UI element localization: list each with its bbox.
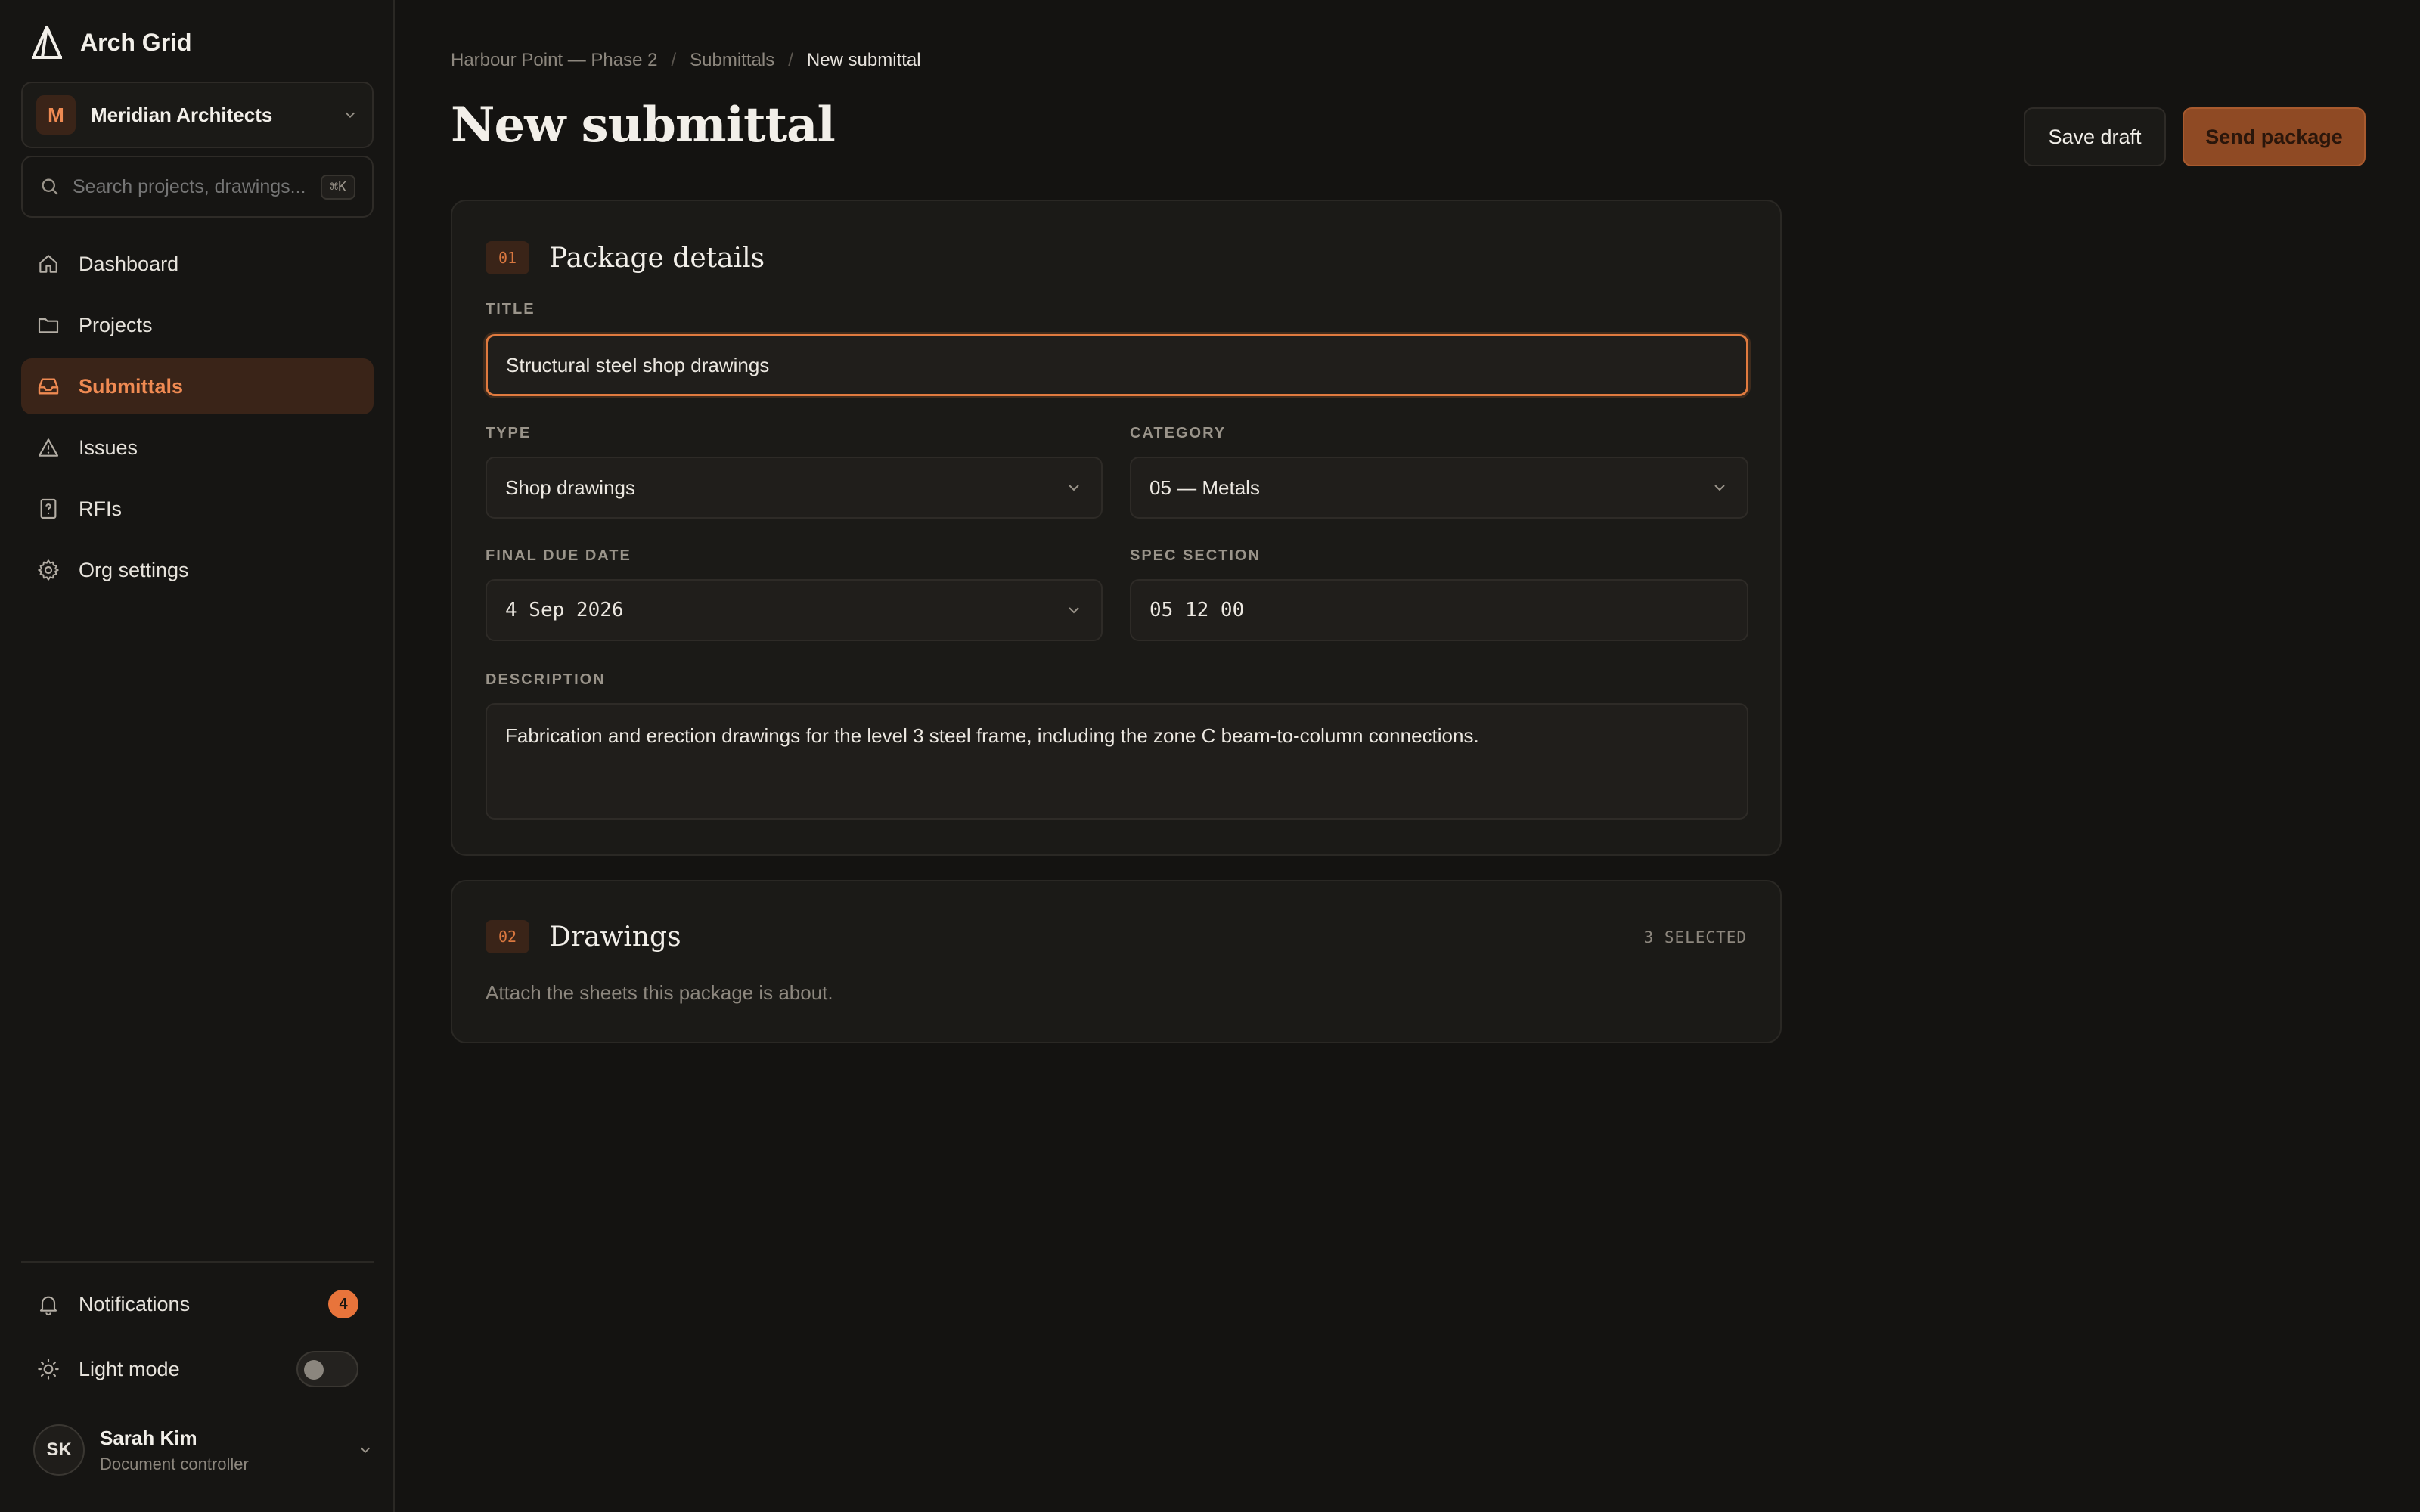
sidebar: Arch Grid M Meridian Architects ⌘K Dashb… [0,0,395,1512]
title-value: Structural steel shop drawings [506,353,770,376]
question-icon [40,498,57,519]
send-package-button[interactable]: Send package [2183,107,2366,166]
user-menu[interactable]: SK Sarah Kim Document controller [33,1423,374,1477]
inbox-icon [38,378,59,395]
notifications-badge: 4 [328,1290,358,1318]
brand[interactable]: Arch Grid [30,24,192,60]
user-name: Sarah Kim [100,1426,197,1449]
sidebar-item-rfis[interactable]: RFIs [21,481,374,537]
chevron-down-icon [1714,485,1725,491]
sidebar-item-label: Submittals [79,374,184,398]
description-field[interactable]: Fabrication and erection drawings for th… [486,703,1748,820]
sidebar-item-label: RFIs [79,497,122,520]
toggle-knob [304,1360,324,1380]
org-switcher[interactable]: M Meridian Architects [21,82,374,148]
card-subtitle: Attach the sheets this package is about. [486,981,833,1004]
chevron-down-icon [360,1447,371,1454]
sidebar-item-label: Projects [79,313,153,336]
bell-icon [39,1296,57,1315]
user-role: Document controller [100,1454,249,1473]
warning-icon [38,438,59,457]
sidebar-item-issues[interactable]: Issues [21,420,374,476]
breadcrumb-current: New submittal [806,50,921,70]
search-icon [42,178,58,195]
due-date-value: 4 Sep 2026 [505,599,624,621]
search-input[interactable] [73,175,315,198]
app-name: Arch Grid [80,28,192,56]
due-date-label: FINAL DUE DATE [486,547,631,564]
card-header: 02 Drawings [486,918,681,956]
user-info: Sarah Kim Document controller [100,1427,357,1474]
chevron-down-icon [345,112,355,119]
sidebar-item-projects[interactable]: Projects [21,297,374,353]
sidebar-footer: Notifications 4 Light mode [21,1261,374,1402]
light-mode-row: Light mode [21,1337,374,1402]
step-number: 01 [486,241,529,274]
notifications-item[interactable]: Notifications 4 [21,1272,374,1337]
notifications-label: Notifications [79,1292,191,1315]
chevron-down-icon [1069,607,1079,614]
drawings-card: 02 Drawings 3 SELECTED Attach the sheets… [451,880,1782,1043]
sidebar-item-label: Org settings [79,558,189,581]
breadcrumb: Harbour Point — Phase 2 / Submittals / N… [451,50,921,71]
logo-icon [32,26,62,59]
category-label: CATEGORY [1130,425,1227,442]
sun-icon [38,1359,59,1380]
breadcrumb-project[interactable]: Harbour Point — Phase 2 [451,50,657,71]
search-box[interactable]: ⌘K [21,156,374,218]
search-shortcut: ⌘K [321,174,355,200]
type-select[interactable]: Shop drawings [486,457,1103,519]
sidebar-item-label: Issues [79,435,138,459]
breadcrumb-separator: / [671,50,677,70]
avatar: SK [33,1424,85,1476]
breadcrumb-separator: / [788,50,793,70]
description-label: DESCRIPTION [486,671,606,688]
light-mode-label: Light mode [79,1357,180,1380]
org-name: Meridian Architects [91,103,273,126]
title-field[interactable]: Structural steel shop drawings [486,334,1748,396]
spec-section-value: 05 12 00 [1150,599,1245,621]
page-title: New submittal [451,97,836,153]
spec-section-label: SPEC SECTION [1130,547,1261,564]
folder-icon [38,318,59,333]
step-number: 02 [486,920,529,953]
sidebar-item-dashboard[interactable]: Dashboard [21,236,374,292]
save-draft-button[interactable]: Save draft [2024,107,2166,166]
type-label: TYPE [486,425,532,442]
category-value: 05 — Metals [1150,476,1260,499]
org-avatar: M [36,95,76,135]
title-label: TITLE [486,301,535,318]
due-date-picker[interactable]: 4 Sep 2026 [486,579,1103,641]
card-title: Package details [549,242,765,274]
sidebar-nav: Dashboard Projects Submittals Issues RFI… [21,236,374,603]
type-value: Shop drawings [505,476,635,499]
chevron-down-icon [1069,485,1079,491]
spec-section-field[interactable]: 05 12 00 [1130,579,1748,641]
sidebar-item-submittals[interactable]: Submittals [21,358,374,414]
package-details-card: 01 Package details TITLE Structural stee… [451,200,1782,856]
sidebar-item-org-settings[interactable]: Org settings [21,542,374,598]
sidebar-item-label: Dashboard [79,252,179,275]
category-select[interactable]: 05 — Metals [1130,457,1748,519]
gear-icon [38,559,59,581]
card-header: 01 Package details [486,239,765,277]
card-title: Drawings [549,921,681,953]
breadcrumb-section[interactable]: Submittals [690,50,774,71]
home-icon [39,255,57,273]
light-mode-toggle[interactable] [296,1351,358,1387]
selected-count: 3 SELECTED [1643,928,1747,947]
